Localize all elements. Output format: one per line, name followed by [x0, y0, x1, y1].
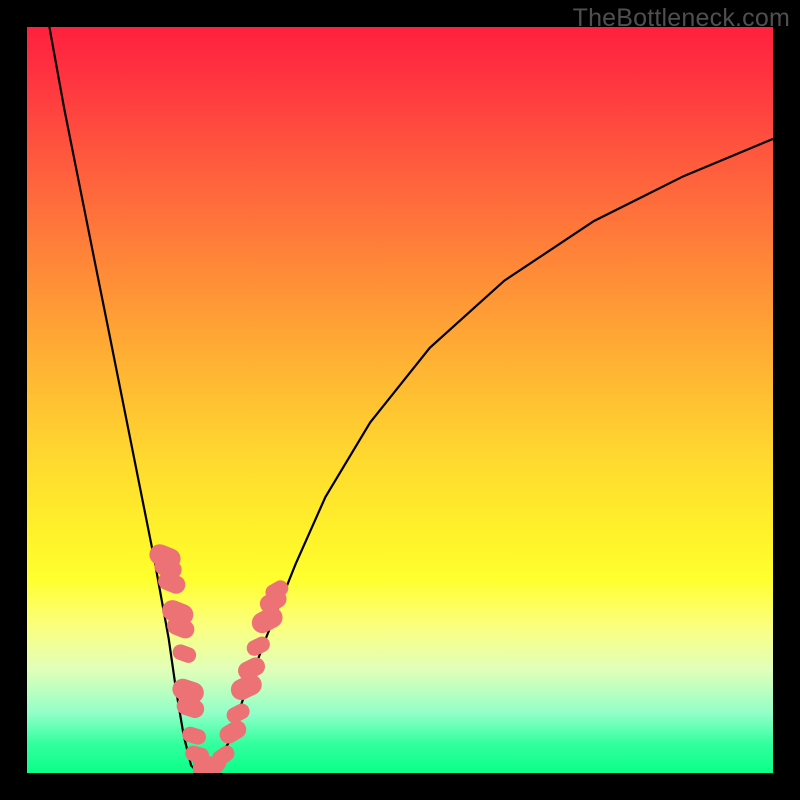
highlight-blob	[235, 654, 268, 683]
chart-frame: TheBottleneck.com	[0, 0, 800, 800]
bottleneck-curve	[49, 27, 773, 773]
curve-path	[49, 27, 773, 773]
watermark-text: TheBottleneck.com	[573, 4, 790, 33]
highlight-blob	[224, 701, 253, 726]
highlight-blob	[170, 642, 198, 665]
curve-layer	[27, 27, 773, 773]
highlight-blob	[244, 634, 272, 659]
plot-area	[27, 27, 773, 773]
highlight-markers	[146, 541, 291, 773]
